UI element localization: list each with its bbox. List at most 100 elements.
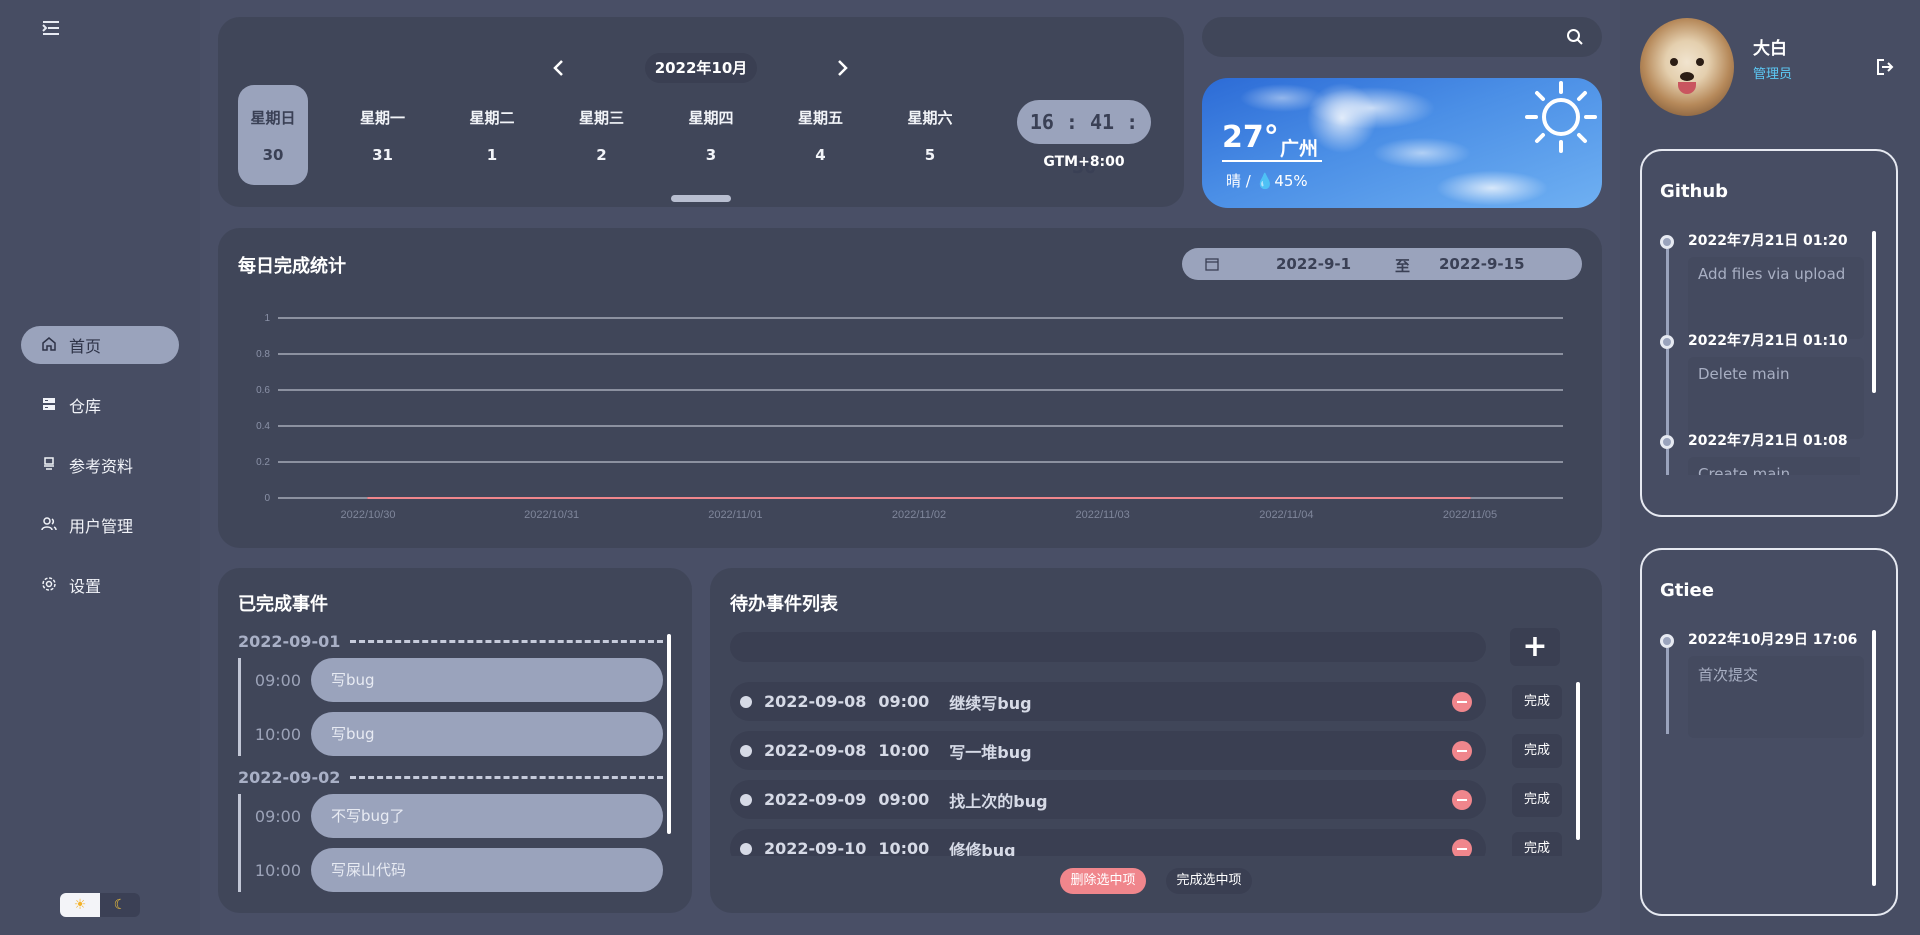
data-point[interactable]	[918, 497, 920, 499]
day-cell[interactable]: 星期四 3	[676, 85, 746, 185]
todo-item[interactable]: 2022-09-09 09:00 找上次的bug	[730, 780, 1486, 819]
completed-events-title: 已完成事件	[238, 594, 328, 615]
data-point[interactable]	[734, 497, 737, 499]
day-cell[interactable]: 星期三 2	[567, 85, 637, 185]
remove-icon[interactable]	[1452, 741, 1472, 761]
x-tick-label: 2022/11/03	[1076, 509, 1130, 521]
day-cell[interactable]: 星期一 31	[348, 85, 418, 185]
completed-text[interactable]: 写屎山代码	[311, 848, 663, 892]
timeline-dot	[1660, 235, 1674, 249]
todo-select-dot[interactable]	[740, 842, 752, 855]
completed-events-list: 2022-09-01 09:00 写bug 10:00 写bug 2022-09-0…	[238, 630, 663, 895]
completed-item: 09:00 写bug	[241, 658, 663, 702]
search-box	[1202, 17, 1602, 57]
data-point[interactable]	[367, 497, 369, 499]
day-cell[interactable]: 星期五 4	[786, 85, 856, 185]
completed-time: 09:00	[254, 670, 301, 690]
sidebar-item-storage[interactable]: 仓库	[21, 386, 179, 424]
complete-button[interactable]: 完成	[1512, 782, 1562, 817]
timeline-dot	[1660, 435, 1674, 449]
menu-toggle-icon[interactable]	[40, 18, 62, 38]
gitee-title: Gtiee	[1660, 580, 1714, 601]
search-input[interactable]	[1202, 17, 1542, 57]
completed-text[interactable]: 写bug	[311, 658, 663, 702]
data-point[interactable]	[1101, 497, 1104, 499]
weather-separator: /	[1245, 172, 1256, 190]
complete-button[interactable]: 完成	[1512, 733, 1562, 768]
completed-scrollbar[interactable]	[667, 634, 671, 834]
data-point[interactable]	[1469, 497, 1471, 499]
x-tick-label: 2022/10/30	[340, 509, 395, 521]
completed-time: 09:00	[254, 806, 301, 826]
day-name: 星期四	[688, 109, 734, 127]
logout-icon[interactable]	[1876, 58, 1894, 76]
users-icon	[41, 516, 59, 534]
calendar-month[interactable]: 2022年10月	[645, 53, 757, 83]
todo-date: 2022-09-08	[764, 741, 867, 760]
day-cell[interactable]: 星期二 1	[457, 85, 527, 185]
todo-text: 找上次的bug	[949, 791, 1048, 811]
todo-scrollbar[interactable]	[1576, 682, 1580, 840]
timeline-line	[1666, 449, 1669, 475]
sidebar-item-label: 仓库	[69, 397, 102, 416]
y-tick-label: 0.2	[256, 457, 270, 468]
gitee-scrollbar[interactable]	[1872, 630, 1876, 886]
todo-select-dot[interactable]	[740, 793, 752, 806]
todo-item[interactable]: 2022-09-08 09:00 继续写bug	[730, 682, 1486, 721]
sidebar-item-label: 设置	[69, 577, 102, 596]
data-point[interactable]	[550, 497, 553, 499]
sidebar-item-users[interactable]: 用户管理	[21, 506, 179, 544]
day-cell[interactable]: 星期六 5	[895, 85, 965, 185]
theme-toggle[interactable]: ☀ ☾	[60, 893, 140, 917]
todo-input[interactable]	[730, 632, 1486, 662]
sidebar-item-settings[interactable]: 设置	[21, 566, 179, 604]
commit-item[interactable]: 2022年7月21日 01:20 Add files via upload	[1660, 231, 1864, 339]
sidebar-item-home[interactable]: 首页	[21, 326, 179, 364]
commit-item[interactable]: 2022年7月21日 01:08 Create main	[1660, 431, 1860, 475]
dashed-divider	[350, 639, 663, 643]
todo-select-dot[interactable]	[740, 695, 752, 708]
todo-time: 09:00	[878, 790, 930, 809]
commit-message: Add files via upload	[1688, 257, 1864, 339]
avatar-nose	[1680, 72, 1694, 81]
day-name: 星期日	[250, 109, 296, 127]
todo-item[interactable]: 2022-09-10 10:00 修修bug	[730, 829, 1486, 856]
remove-icon[interactable]	[1452, 790, 1472, 810]
commit-item[interactable]: 2022年7月21日 01:10 Delete main	[1660, 331, 1864, 439]
sun-icon[interactable]: ☀	[60, 893, 100, 917]
left-sidebar: 首页 仓库 参考资料 用户管理 设置 ☀ ☾	[0, 0, 200, 935]
humidity-drop-icon: 💧	[1255, 172, 1275, 190]
avatar-eye	[1670, 58, 1678, 66]
x-tick-label: 2022/11/01	[708, 509, 762, 521]
next-month-chevron-icon[interactable]	[833, 57, 851, 79]
remove-icon[interactable]	[1452, 839, 1472, 856]
timeline-line	[1666, 249, 1669, 335]
prev-month-chevron-icon[interactable]	[550, 57, 568, 79]
completed-text[interactable]: 不写bug了	[311, 794, 663, 838]
avatar[interactable]	[1640, 18, 1734, 116]
x-tick-label: 2022/10/31	[524, 509, 579, 521]
search-icon[interactable]	[1566, 28, 1584, 46]
sidebar-item-reference[interactable]: 参考资料	[21, 446, 179, 484]
todo-item[interactable]: 2022-09-08 10:00 写一堆bug	[730, 731, 1486, 770]
github-card: Github 2022年7月21日 01:20 Add files via up…	[1640, 149, 1898, 517]
todo-list: 2022-09-08 09:00 继续写bug 完成 2022-09-08 10…	[730, 682, 1562, 856]
commit-item[interactable]: 2022年10月29日 17:06 首次提交	[1660, 630, 1864, 738]
add-todo-button[interactable]: +	[1510, 628, 1560, 666]
delete-selected-button[interactable]: 删除选中项	[1060, 868, 1146, 894]
day-cell[interactable]: 星期日 30	[238, 85, 308, 185]
complete-selected-button[interactable]: 完成选中项	[1166, 868, 1252, 894]
calendar-scrollbar[interactable]	[671, 195, 731, 202]
todo-row: 2022-09-08 10:00 写一堆bug 完成	[730, 731, 1562, 770]
x-tick-label: 2022/11/05	[1443, 509, 1497, 521]
day-number: 5	[924, 146, 936, 164]
github-scrollbar[interactable]	[1872, 231, 1876, 393]
complete-button[interactable]: 完成	[1512, 684, 1562, 719]
commit-time: 2022年7月21日 01:20	[1688, 233, 1848, 249]
moon-icon[interactable]: ☾	[100, 893, 140, 917]
complete-button[interactable]: 完成	[1512, 831, 1562, 856]
todo-select-dot[interactable]	[740, 744, 752, 757]
data-point[interactable]	[1285, 497, 1288, 499]
remove-icon[interactable]	[1452, 692, 1472, 712]
completed-text[interactable]: 写bug	[311, 712, 663, 756]
